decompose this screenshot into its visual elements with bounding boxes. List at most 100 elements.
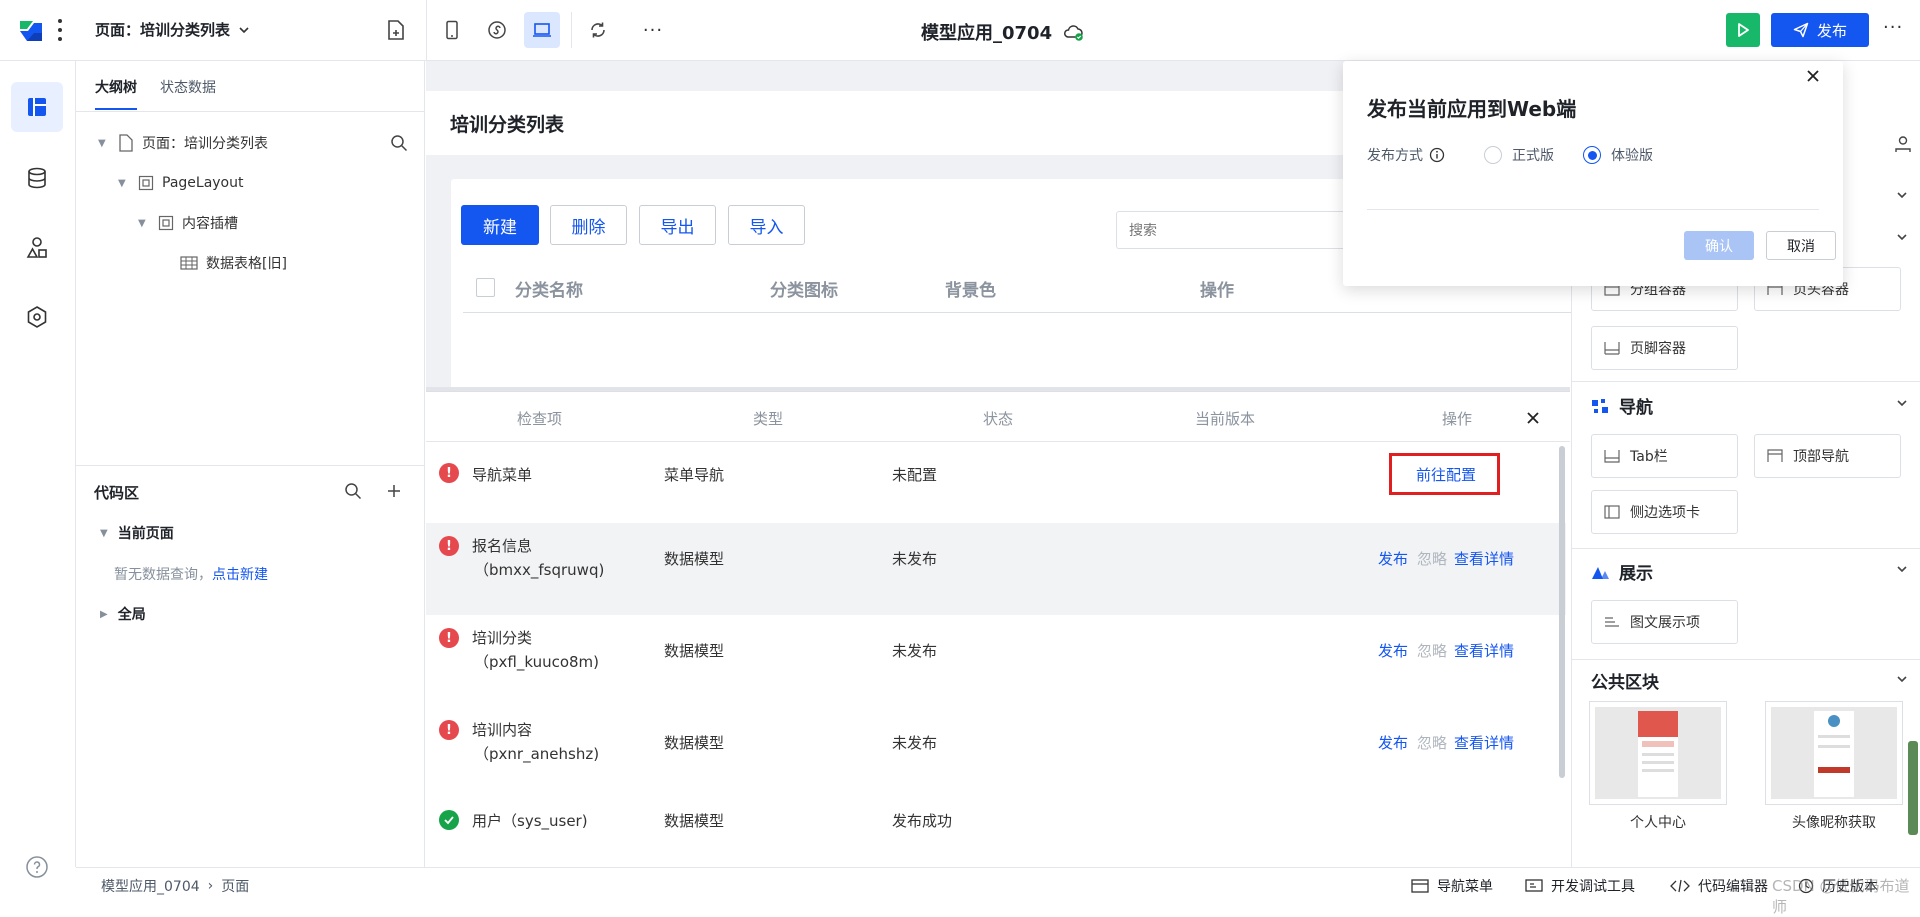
table-row: ! 报名信息 （bmxx_fsqruwq) 数据模型 未发布 发布 忽略 查看详… [426, 523, 1566, 615]
code-current-page[interactable]: ▼ 当前页面 [100, 523, 174, 543]
ignore-link[interactable]: 忽略 [1417, 732, 1447, 753]
tree-node-table[interactable]: 数据表格[旧] [180, 243, 287, 283]
radio-trial[interactable]: 体验版 [1583, 145, 1653, 165]
more-horizontal-icon[interactable]: ··· [635, 12, 671, 48]
empty-query-hint: 暂无数据查询，点击新建 [114, 564, 268, 584]
info-icon[interactable] [1429, 147, 1445, 163]
component-top-nav[interactable]: 顶部导航 [1754, 434, 1901, 478]
tree-node-pagelayout[interactable]: ▼ PageLayout [118, 163, 243, 203]
caret-down-icon: ▼ [100, 527, 108, 539]
side-tabs-icon [1604, 505, 1620, 519]
caret-down-icon: ▼ [138, 217, 146, 229]
publish-check-panel: 检查项 类型 状态 当前版本 操作 ! 导航菜单 菜单导航 未配置 前往配置 !… [426, 391, 1570, 867]
empty-text: 暂无数据查询， [114, 567, 212, 583]
section-public-blocks[interactable]: 公共区块 [1591, 668, 1659, 693]
publish-button[interactable]: 发布 [1771, 13, 1869, 47]
section-title: 公共区块 [1591, 673, 1659, 693]
check-item-state: 未发布 [892, 642, 938, 660]
publish-link[interactable]: 发布 [1378, 640, 1408, 661]
database-icon[interactable] [25, 166, 49, 190]
section-display[interactable]: 展示 [1591, 559, 1653, 584]
breadcrumb-item[interactable]: 模型应用_0704 [101, 876, 200, 896]
breadcrumb-item[interactable]: 页面 [221, 876, 249, 896]
tree-node-page[interactable]: ▼ 页面：培训分类列表 [98, 123, 408, 163]
play-icon [1738, 23, 1749, 37]
view-detail-link[interactable]: 查看详情 [1454, 732, 1514, 753]
thumbnail [1771, 707, 1897, 799]
desktop-view-button[interactable] [524, 12, 560, 48]
component-side-tabs[interactable]: 侧边选项卡 [1591, 490, 1738, 534]
mobile-view-button[interactable] [434, 12, 470, 48]
select-all-checkbox[interactable] [476, 278, 495, 297]
publish-link[interactable]: 发布 [1378, 548, 1408, 569]
code-editor-tool[interactable]: 代码编辑器 [1670, 876, 1768, 896]
scrollbar-thumb[interactable] [1559, 446, 1565, 778]
chevron-down-icon[interactable] [1896, 673, 1908, 685]
component-image-text-item[interactable]: 图文展示项 [1591, 600, 1738, 644]
side-drag-handle[interactable] [1908, 741, 1918, 835]
components-icon[interactable] [25, 236, 49, 260]
import-button[interactable]: 导入 [728, 205, 805, 245]
search-icon[interactable] [390, 134, 408, 152]
close-icon[interactable] [1526, 411, 1540, 425]
view-detail-link[interactable]: 查看详情 [1454, 640, 1514, 661]
nav-menu-tool[interactable]: 导航菜单 [1411, 876, 1493, 896]
check-item-name: 用户（sys_user) [472, 812, 588, 830]
more-horizontal-icon[interactable]: ··· [1883, 17, 1903, 38]
code-global[interactable]: ▶ 全局 [100, 604, 146, 624]
check-item-type: 数据模型 [664, 734, 725, 752]
more-vertical-icon[interactable] [56, 19, 64, 41]
search-icon[interactable] [344, 482, 362, 500]
view-detail-link[interactable]: 查看详情 [1454, 548, 1514, 569]
page-selector[interactable]: 页面：培训分类列表 [95, 19, 250, 40]
radio-release[interactable]: 正式版 [1484, 145, 1554, 165]
tab-state-data[interactable]: 状态数据 [160, 77, 216, 97]
layout-icon [138, 175, 154, 191]
chevron-down-icon [239, 26, 249, 33]
check-item-type: 数据模型 [664, 812, 725, 830]
settings-hexagon-icon[interactable] [25, 305, 49, 329]
new-button[interactable]: 新建 [461, 205, 539, 245]
component-tab-bar[interactable]: Tab栏 [1591, 434, 1738, 478]
public-block-card[interactable] [1765, 701, 1903, 805]
check-item-name: 培训内容 [472, 721, 533, 739]
public-block-card[interactable] [1589, 701, 1727, 805]
add-page-icon[interactable] [386, 19, 406, 41]
export-button[interactable]: 导出 [639, 205, 716, 245]
preview-button[interactable] [1726, 13, 1760, 47]
miniprogram-view-button[interactable] [479, 12, 515, 48]
create-query-link[interactable]: 点击新建 [212, 567, 268, 583]
column-header: 操作 [1442, 410, 1473, 428]
goto-config-link[interactable]: 前往配置 [1416, 464, 1476, 485]
confirm-button[interactable]: 确认 [1684, 231, 1754, 260]
cloud-saved-icon [1064, 25, 1083, 41]
app-logo[interactable] [16, 17, 46, 45]
outline-panel: 大纲树 状态数据 ▼ 页面：培训分类列表 ▼ PageLayout ▼ 内容插槽… [76, 61, 425, 867]
publish-link[interactable]: 发布 [1378, 732, 1408, 753]
add-icon[interactable] [386, 483, 402, 499]
outline-tab-icon[interactable] [11, 82, 63, 132]
tree-node-slot[interactable]: ▼ 内容插槽 [138, 203, 238, 243]
ignore-link[interactable]: 忽略 [1417, 548, 1447, 569]
cancel-button[interactable]: 取消 [1766, 231, 1836, 260]
user-icon[interactable] [1894, 135, 1912, 153]
dev-tools-tool[interactable]: 开发调试工具 [1525, 876, 1635, 896]
chevron-down-icon[interactable] [1896, 189, 1908, 201]
search-input[interactable] [1116, 211, 1376, 249]
component-footer-container[interactable]: 页脚容器 [1591, 326, 1738, 370]
chevron-down-icon[interactable] [1896, 231, 1908, 243]
table-row: ! 导航菜单 菜单导航 未配置 前往配置 [426, 443, 1566, 523]
section-navigation[interactable]: 导航 [1591, 393, 1653, 418]
chevron-down-icon[interactable] [1896, 563, 1908, 575]
code-area-title: 代码区 [94, 484, 140, 502]
check-item-state: 未发布 [892, 550, 938, 568]
delete-button[interactable]: 删除 [550, 205, 627, 245]
refresh-button[interactable] [580, 12, 616, 48]
chevron-down-icon[interactable] [1896, 397, 1908, 409]
ignore-link[interactable]: 忽略 [1417, 640, 1447, 661]
tab-outline[interactable]: 大纲树 [95, 77, 137, 97]
check-item-code: （pxnr_anehshz) [474, 745, 600, 763]
help-icon[interactable] [25, 855, 49, 879]
close-icon[interactable] [1807, 70, 1819, 82]
component-label: 图文展示项 [1630, 615, 1700, 631]
